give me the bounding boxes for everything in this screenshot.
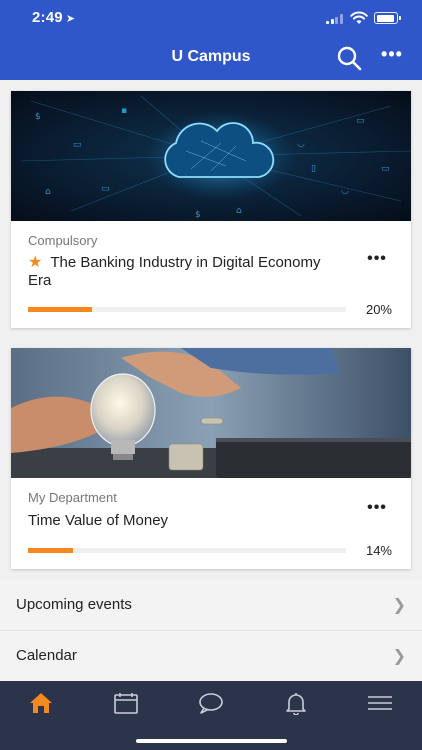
cellular-signal-icon [326, 14, 344, 24]
course-progress-fill [28, 548, 73, 553]
app-header: 2:49 ➤ U Campus ••• [0, 0, 422, 80]
calendar-row[interactable]: Calendar ❯ [0, 631, 422, 681]
wifi-icon [350, 11, 368, 24]
svg-text:◡: ◡ [297, 139, 305, 149]
chat-icon[interactable] [195, 691, 227, 715]
svg-text:⌂: ⌂ [45, 187, 51, 197]
svg-text:▯: ▯ [311, 164, 316, 174]
svg-text:$: $ [35, 112, 41, 122]
course-progress-bar [28, 548, 346, 553]
svg-text:$: $ [195, 210, 201, 220]
svg-text:▪: ▪ [121, 106, 127, 116]
svg-text:▭: ▭ [73, 140, 82, 150]
svg-text:▭: ▭ [101, 184, 110, 194]
lightbulb-coins-image [11, 348, 411, 478]
more-horizontal-icon[interactable]: ••• [380, 45, 404, 66]
course-card[interactable]: $ $ ▭ ▭ ⌂ ▭ ◡ ▪ ⌂ ◡ ▯ ▭ Compulsory ★ The Banking … [11, 91, 411, 328]
chevron-right-icon: ❯ [392, 648, 406, 665]
course-category: My Department [28, 490, 117, 505]
course-title[interactable]: Time Value of Money [28, 512, 328, 530]
status-time: 2:49 ➤ [32, 9, 75, 26]
course-title-text: The Banking Industry in Digital Economy … [28, 254, 321, 289]
bell-icon[interactable] [280, 691, 312, 715]
svg-text:⌂: ⌂ [236, 206, 242, 216]
course-card[interactable]: My Department Time Value of Money ••• 14… [11, 348, 411, 569]
star-icon: ★ [28, 254, 43, 271]
svg-text:▭: ▭ [356, 116, 365, 126]
digital-cloud-network-image: $ $ ▭ ▭ ⌂ ▭ ◡ ▪ ⌂ ◡ ▯ ▭ [11, 91, 411, 221]
home-icon[interactable] [25, 691, 57, 715]
calendar-label: Calendar [16, 647, 77, 664]
calendar-icon[interactable] [110, 691, 142, 715]
course-progress-label: 20% [365, 302, 392, 317]
svg-text:▭: ▭ [381, 164, 390, 174]
course-more-button[interactable]: ••• [365, 251, 389, 267]
status-bar: 2:49 ➤ [0, 0, 422, 36]
search-icon[interactable] [336, 45, 362, 71]
upcoming-events-row[interactable]: Upcoming events ❯ [0, 580, 422, 630]
upcoming-events-label: Upcoming events [16, 596, 132, 613]
course-progress-label: 14% [365, 543, 392, 558]
home-indicator [136, 739, 287, 743]
menu-icon[interactable] [364, 691, 396, 715]
time-text: 2:49 [32, 9, 63, 26]
location-arrow-icon: ➤ [65, 13, 76, 25]
battery-icon [374, 12, 401, 24]
course-title[interactable]: ★ The Banking Industry in Digital Economy… [28, 254, 328, 290]
course-progress-fill [28, 307, 92, 312]
chevron-right-icon: ❯ [392, 597, 406, 614]
course-category: Compulsory [28, 233, 98, 248]
course-progress-bar [28, 307, 346, 312]
course-more-button[interactable]: ••• [365, 500, 389, 516]
svg-text:◡: ◡ [341, 186, 349, 196]
